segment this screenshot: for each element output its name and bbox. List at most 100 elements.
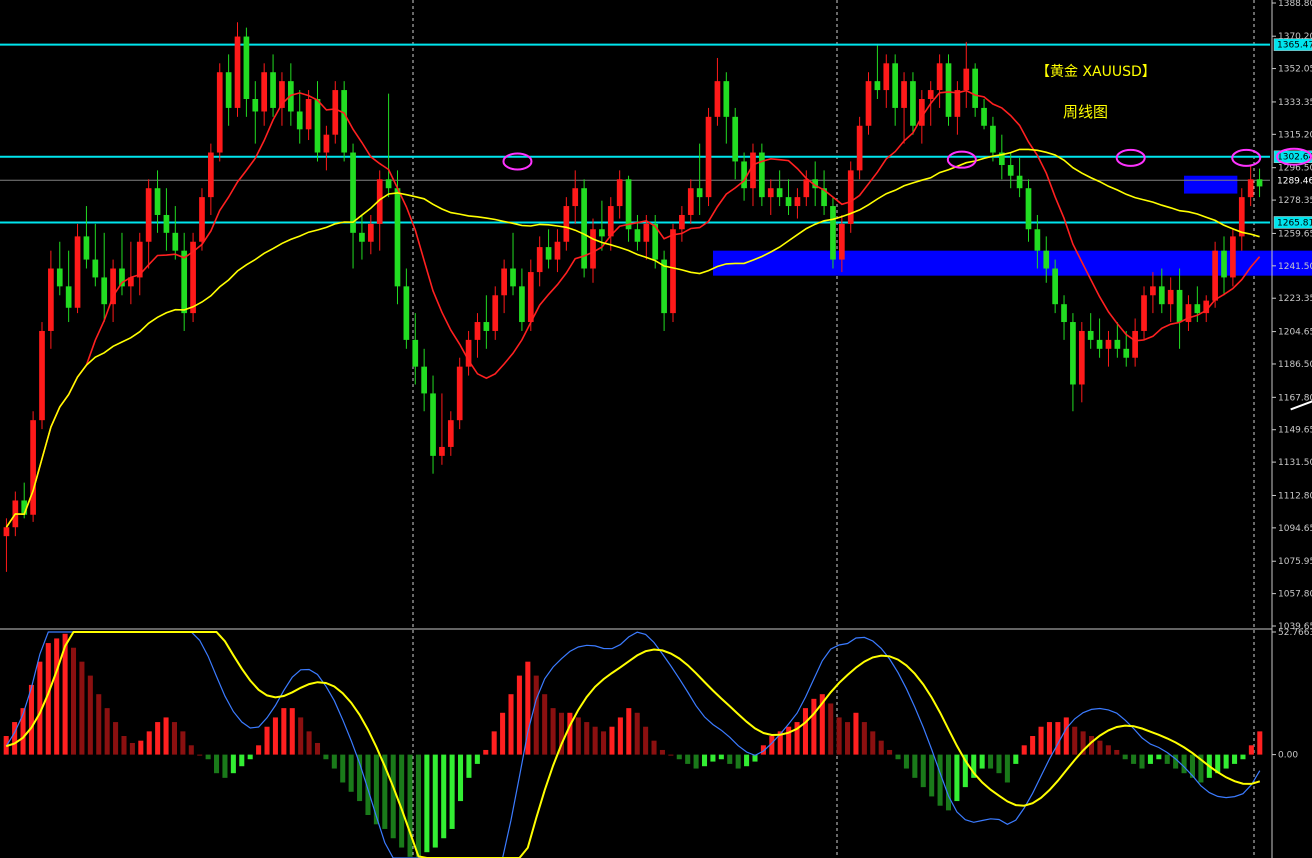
macd-histogram-bar: [609, 726, 615, 755]
candle-body: [359, 232, 365, 242]
macd-histogram-bar: [1131, 754, 1137, 764]
price-chart[interactable]: 1388.801370.201352.051333.351315.201296.…: [0, 0, 1312, 858]
macd-histogram-bar: [651, 740, 657, 755]
macd-histogram-bar: [592, 726, 598, 755]
candle-body: [981, 107, 987, 126]
candle-body: [483, 322, 490, 331]
macd-histogram-bar: [1021, 745, 1027, 755]
candle-body: [625, 179, 632, 230]
candle-body: [767, 188, 774, 198]
macd-histogram-bar: [811, 698, 817, 755]
candle-body: [661, 259, 667, 314]
price-axis-label: 1131.50: [1278, 458, 1312, 468]
candle-body: [590, 229, 596, 269]
candle-body: [892, 63, 899, 108]
price-axis-label: 1167.80: [1278, 393, 1312, 403]
price-axis-label: 1223.35: [1278, 294, 1312, 304]
candle-body: [563, 206, 570, 242]
macd-histogram-bar: [70, 647, 77, 755]
candle-body: [403, 286, 410, 340]
macd-histogram-bar: [180, 731, 186, 755]
price-axis-label: 1259.65: [1278, 229, 1312, 239]
macd-panel: [3, 631, 1263, 858]
candle-body: [1061, 304, 1067, 323]
macd-histogram-bar: [1114, 749, 1120, 755]
candle-body: [803, 179, 810, 198]
macd-histogram-bar: [129, 742, 135, 755]
candle-body: [492, 295, 499, 331]
macd-line: [5, 631, 1261, 858]
macd-histogram-bar: [247, 754, 253, 760]
macd-histogram-bar: [205, 754, 211, 760]
candle-body: [839, 223, 845, 260]
candle-body: [856, 125, 863, 171]
macd-histogram-bar: [138, 740, 144, 755]
candle-body: [439, 446, 445, 456]
candle-body: [456, 366, 463, 421]
price-axis-label: 1241.50: [1278, 262, 1312, 272]
macd-histogram-bar: [466, 754, 472, 778]
price-axis-label: 1278.35: [1278, 196, 1312, 206]
macd-histogram-bar: [272, 717, 278, 755]
macd-histogram-bar: [845, 722, 851, 755]
candle-body: [447, 420, 454, 447]
macd-histogram-bar: [685, 754, 691, 764]
price-axis-label: 1149.65: [1278, 426, 1312, 436]
macd-histogram-bar: [314, 742, 321, 755]
macd-histogram-bar: [306, 731, 312, 755]
candle-body: [679, 214, 685, 230]
price-axis-label: 1112.80: [1278, 491, 1312, 501]
macd-histogram-bar: [340, 754, 346, 783]
candle-body: [1052, 268, 1058, 305]
macd-histogram-bar: [96, 694, 102, 755]
macd-histogram-bar: [988, 754, 994, 769]
price-axis-label: 1315.20: [1278, 130, 1312, 140]
macd-histogram-bar: [348, 754, 354, 792]
candle-body: [270, 72, 276, 108]
macd-histogram-bar: [214, 754, 220, 774]
macd-histogram-bar: [1147, 754, 1153, 764]
macd-histogram-bar: [870, 731, 876, 755]
candle-body: [163, 214, 170, 233]
price-label-text: 1365.47: [1277, 41, 1312, 51]
candle-body: [785, 197, 792, 207]
macd-histogram-bar: [693, 754, 699, 769]
chart-subtitle: 周线图: [1063, 103, 1109, 121]
macd-histogram-bar: [668, 754, 674, 756]
macd-histogram-bar: [171, 722, 177, 755]
macd-histogram-bar: [659, 749, 665, 755]
candle-body: [990, 125, 996, 153]
macd-histogram-bar: [634, 712, 640, 755]
macd-histogram-bar: [1164, 754, 1170, 764]
macd-histogram-bar: [979, 754, 985, 769]
candle-body: [776, 188, 783, 198]
macd-histogram-bar: [567, 712, 573, 755]
candle-body: [323, 134, 330, 153]
candle-body: [101, 277, 108, 305]
macd-histogram-bar: [331, 754, 337, 769]
highlight-ellipse: [1231, 148, 1262, 167]
macd-histogram-bar: [601, 731, 607, 755]
candle-body: [830, 206, 836, 260]
macd-histogram-bar: [1181, 754, 1187, 774]
macd-histogram-bar: [474, 754, 480, 764]
candle-body: [110, 268, 116, 305]
macd-histogram-bar: [415, 754, 421, 857]
candle-body: [1132, 330, 1138, 358]
candle-body: [1176, 289, 1183, 323]
candle-body: [474, 322, 481, 340]
candle-body: [536, 247, 543, 273]
candle-body: [723, 81, 730, 117]
candle-body: [901, 81, 907, 108]
macd-histogram-bar: [996, 754, 1002, 774]
macd-histogram-bar: [710, 754, 716, 762]
macd-histogram-bar: [1257, 731, 1263, 755]
candle-body: [48, 268, 54, 331]
candle-body: [1230, 236, 1236, 278]
macd-histogram-bar: [853, 712, 859, 755]
candle-body: [83, 236, 90, 260]
macd-histogram-bar: [920, 754, 926, 788]
candle-body: [39, 330, 45, 421]
candle-body: [1194, 304, 1201, 314]
macd-histogram-bar: [432, 754, 438, 848]
